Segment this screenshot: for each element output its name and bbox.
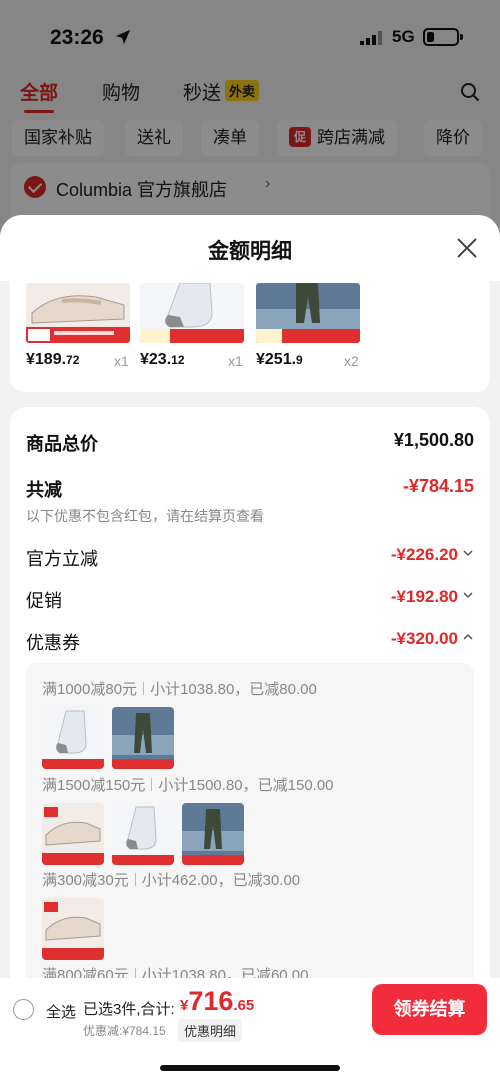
promotion-value: -¥192.80: [390, 587, 458, 606]
promotion-row[interactable]: -¥192.80: [391, 587, 474, 607]
selected-count: 已选3件,合计:: [83, 1001, 175, 1018]
product-item[interactable]: ¥251.9 x2: [256, 283, 360, 369]
select-all-radio[interactable]: [13, 999, 34, 1020]
product-image-sock: [140, 283, 244, 343]
discount-note: 以下优惠不包含红包，请在结算页查看: [26, 508, 264, 524]
discount-summary: 优惠减:¥784.15: [83, 1024, 166, 1038]
coupon-tier-line: 满300减30元 小计462.00，已减30.00: [42, 872, 301, 889]
discount-detail-button[interactable]: 优惠明细: [178, 1019, 243, 1042]
close-icon[interactable]: [455, 236, 479, 260]
coupon-label: 优惠券: [26, 633, 80, 653]
product-item[interactable]: ¥23.12 x1: [140, 283, 244, 369]
total-discount-label: 共减: [26, 480, 62, 500]
product-qty: x1: [114, 353, 129, 369]
chevron-up-icon: [463, 633, 473, 640]
thumb-pants[interactable]: [182, 803, 244, 865]
product-image-shoe: [26, 283, 130, 343]
chevron-down-icon: [463, 550, 473, 557]
thumb-shoe[interactable]: [42, 898, 104, 960]
promotion-label: 促销: [26, 591, 62, 611]
coupon-tier-line: 满1000减80元 小计1038.80，已减80.00: [42, 681, 317, 698]
total-amount: ¥716.65: [180, 986, 255, 1016]
official-discount-label: 官方立减: [26, 549, 98, 569]
checkout-button[interactable]: 领券结算: [372, 984, 487, 1035]
product-price: ¥251.9: [256, 351, 303, 368]
sheet-title: 金额明细: [208, 240, 292, 263]
product-price: ¥23.12: [140, 351, 185, 368]
official-discount-value: -¥226.20: [390, 545, 458, 564]
select-all-label[interactable]: 全选: [46, 1001, 76, 1022]
goods-total-value: ¥1,500.80: [393, 430, 474, 450]
sheet-header: 金额明细: [0, 215, 500, 281]
total-discount-value: -¥784.15: [402, 476, 474, 496]
official-discount-row[interactable]: -¥226.20: [391, 545, 474, 565]
product-qty: x1: [228, 353, 243, 369]
chevron-down-icon: [463, 592, 473, 599]
product-price: ¥189.72: [26, 351, 80, 368]
coupon-tier-line: 满1500减150元 小计1500.80，已减150.00: [42, 777, 334, 794]
thumb-pants[interactable]: [112, 707, 174, 769]
thumb-sock[interactable]: [42, 707, 104, 769]
coupon-value: -¥320.00: [390, 629, 458, 648]
thumb-shoe[interactable]: [42, 803, 104, 865]
product-item[interactable]: ¥189.72 x1: [26, 283, 130, 369]
checkout-bar: 全选 已选3件,合计: ¥716.65 优惠减:¥784.15 优惠明细 领券结…: [0, 978, 500, 1083]
product-image-pants: [256, 283, 360, 343]
goods-total-label: 商品总价: [26, 434, 98, 454]
home-indicator: [160, 1065, 340, 1071]
coupon-row[interactable]: -¥320.00: [391, 629, 474, 649]
amount-detail-sheet: 金额明细 ¥189.72 x1 ¥23.12 x1 ¥251.9 x2 商品总价…: [0, 215, 500, 1083]
thumb-sock[interactable]: [112, 803, 174, 865]
product-qty: x2: [344, 353, 359, 369]
